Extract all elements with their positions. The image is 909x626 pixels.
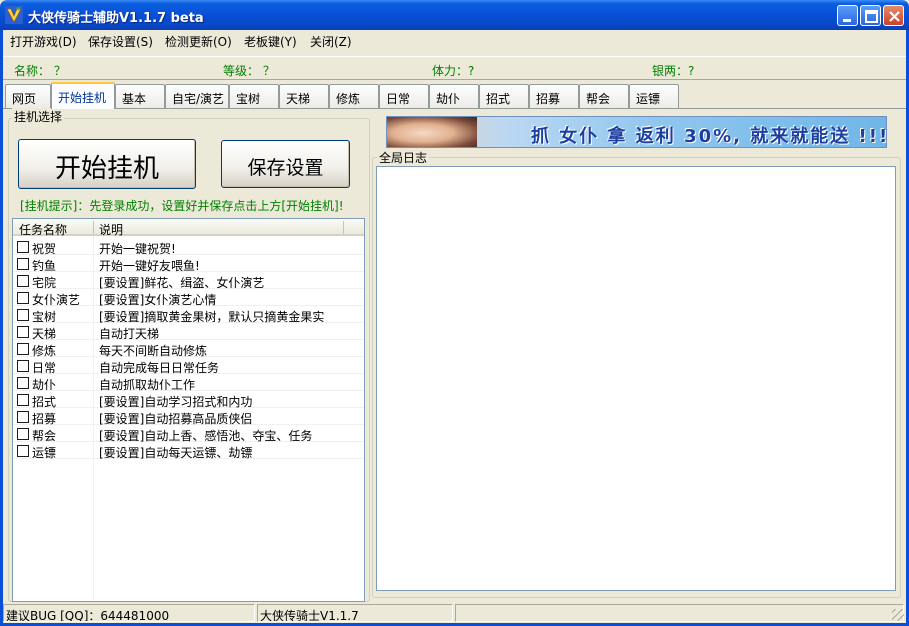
task-row[interactable]: 招募 [要设置]自动招募高品质侠侣 <box>13 408 364 426</box>
minimize-button[interactable] <box>837 5 858 26</box>
task-row[interactable]: 劫仆 自动抓取劫仆工作 <box>13 374 364 392</box>
promo-banner[interactable]: 抓 女仆 拿 返利 30%, 就来就能送 !!! <box>386 116 887 148</box>
afk-hint: [挂机提示]：先登录成功，设置好并保存点击上方[开始挂机]! <box>20 199 344 213</box>
task-list-header: 任务名称 说明 <box>13 219 364 238</box>
menu-save-settings[interactable]: 保存设置(S) <box>88 33 153 50</box>
character-level: 等级： ？ <box>223 64 275 78</box>
character-stamina: 体力：? <box>432 64 475 78</box>
task-row[interactable]: 宝树 [要设置]摘取黄金果树，默认只摘黄金果实 <box>13 306 364 324</box>
task-row[interactable]: 宅院 [要设置]鲜花、缉盗、女仆演艺 <box>13 272 364 290</box>
task-row[interactable]: 帮会 [要设置]自动上香、感悟池、夺宝、任务 <box>13 425 364 443</box>
maximize-icon <box>865 10 878 23</box>
tab-guild[interactable]: 帮会 <box>579 84 629 108</box>
task-checkbox[interactable] <box>17 428 29 440</box>
task-description: [要设置]自动每天运镖、劫镖 <box>99 446 253 460</box>
task-checkbox[interactable] <box>17 326 29 338</box>
character-silver: 银两：? <box>652 64 695 78</box>
task-checkbox[interactable] <box>17 258 29 270</box>
task-row[interactable]: 修炼 每天不间断自动修炼 <box>13 340 364 358</box>
task-checkbox[interactable] <box>17 292 29 304</box>
task-name: 运镖 <box>32 446 57 460</box>
character-name: 名称： ？ <box>14 64 66 78</box>
tab-treasure-tree[interactable]: 宝树 <box>229 84 279 108</box>
task-row[interactable]: 天梯 自动打天梯 <box>13 323 364 341</box>
window-title: 大侠传骑士辅助V1.1.7 beta <box>28 11 204 26</box>
start-afk-button[interactable]: 开始挂机 <box>18 139 196 189</box>
resize-grip-icon[interactable] <box>892 609 904 621</box>
task-checkbox[interactable] <box>17 411 29 423</box>
task-checkbox[interactable] <box>17 360 29 372</box>
menu-open-game[interactable]: 打开游戏(D) <box>10 33 77 50</box>
title-bar[interactable]: 大侠传骑士辅助V1.1.7 beta <box>0 0 909 30</box>
task-row[interactable]: 女仆演艺 [要设置]女仆演艺心情 <box>13 289 364 307</box>
task-row[interactable]: 日常 自动完成每日日常任务 <box>13 357 364 375</box>
tab-start-afk[interactable]: 开始挂机 <box>51 82 115 109</box>
afk-selection-label: 挂机选择 <box>12 108 65 125</box>
task-checkbox[interactable] <box>17 241 29 253</box>
task-row[interactable]: 招式 [要设置]自动学习招式和内功 <box>13 391 364 409</box>
menu-check-update[interactable]: 检测更新(O) <box>165 33 232 50</box>
task-checkbox[interactable] <box>17 445 29 457</box>
tab-daily[interactable]: 日常 <box>379 84 429 108</box>
minimize-icon <box>843 19 851 22</box>
tab-rob-servant[interactable]: 劫仆 <box>429 84 479 108</box>
task-checkbox[interactable] <box>17 394 29 406</box>
maximize-button[interactable] <box>860 5 881 26</box>
status-version: 大侠传骑士V1.1.7 <box>257 604 453 622</box>
tab-ladder[interactable]: 天梯 <box>279 84 329 108</box>
close-button[interactable] <box>883 5 904 26</box>
task-checkbox[interactable] <box>17 377 29 389</box>
tab-skills[interactable]: 招式 <box>479 84 529 108</box>
column-separator <box>343 221 344 234</box>
tab-escort[interactable]: 运镖 <box>629 84 679 108</box>
save-settings-button[interactable]: 保存设置 <box>221 140 350 188</box>
task-row[interactable]: 钓鱼 开始一键好友喂鱼! <box>13 255 364 273</box>
column-separator <box>93 221 94 234</box>
task-list[interactable]: 任务名称 说明 祝贺 开始一键祝贺! 钓鱼 开始一键好友喂鱼! 宅院 [要设置]鲜花、缉盗… <box>12 218 365 602</box>
tab-recruit[interactable]: 招募 <box>529 84 579 108</box>
task-row[interactable]: 祝贺 开始一键祝贺! <box>13 238 364 256</box>
tab-strip: 网页 开始挂机 基本 自宅/演艺 宝树 天梯 修炼 日常 劫仆 招式 招募 帮会… <box>3 82 906 109</box>
character-info-bar: 名称： ？ 等级： ？ 体力：? 银两：? <box>3 56 906 80</box>
banner-portrait-image <box>387 117 477 147</box>
task-checkbox[interactable] <box>17 275 29 287</box>
task-checkbox[interactable] <box>17 309 29 321</box>
column-description[interactable]: 说明 <box>99 221 123 238</box>
global-log-label: 全局日志 <box>377 149 430 166</box>
status-bug-report: 建议BUG [QQ]：644481000 <box>3 604 255 622</box>
menu-boss-key[interactable]: 老板键(Y) <box>244 33 297 50</box>
status-extra <box>455 604 904 622</box>
status-bar: 建议BUG [QQ]：644481000 大侠传骑士V1.1.7 <box>3 603 906 623</box>
global-log-textarea[interactable] <box>376 166 896 591</box>
tab-cultivate[interactable]: 修炼 <box>329 84 379 108</box>
app-logo-icon <box>5 6 23 24</box>
menu-close[interactable]: 关闭(Z) <box>310 33 352 50</box>
close-icon <box>889 11 900 22</box>
banner-text: 抓 女仆 拿 返利 30%, 就来就能送 !!! <box>531 126 887 147</box>
menu-bar: 打开游戏(D) 保存设置(S) 检测更新(O) 老板键(Y) 关闭(Z) <box>3 30 906 50</box>
task-row[interactable]: 运镖 [要设置]自动每天运镖、劫镖 <box>13 442 364 460</box>
tab-home-perform[interactable]: 自宅/演艺 <box>165 84 229 108</box>
column-task-name[interactable]: 任务名称 <box>19 221 67 238</box>
tab-basic[interactable]: 基本 <box>115 84 165 108</box>
tab-webpage[interactable]: 网页 <box>5 84 51 108</box>
task-checkbox[interactable] <box>17 343 29 355</box>
